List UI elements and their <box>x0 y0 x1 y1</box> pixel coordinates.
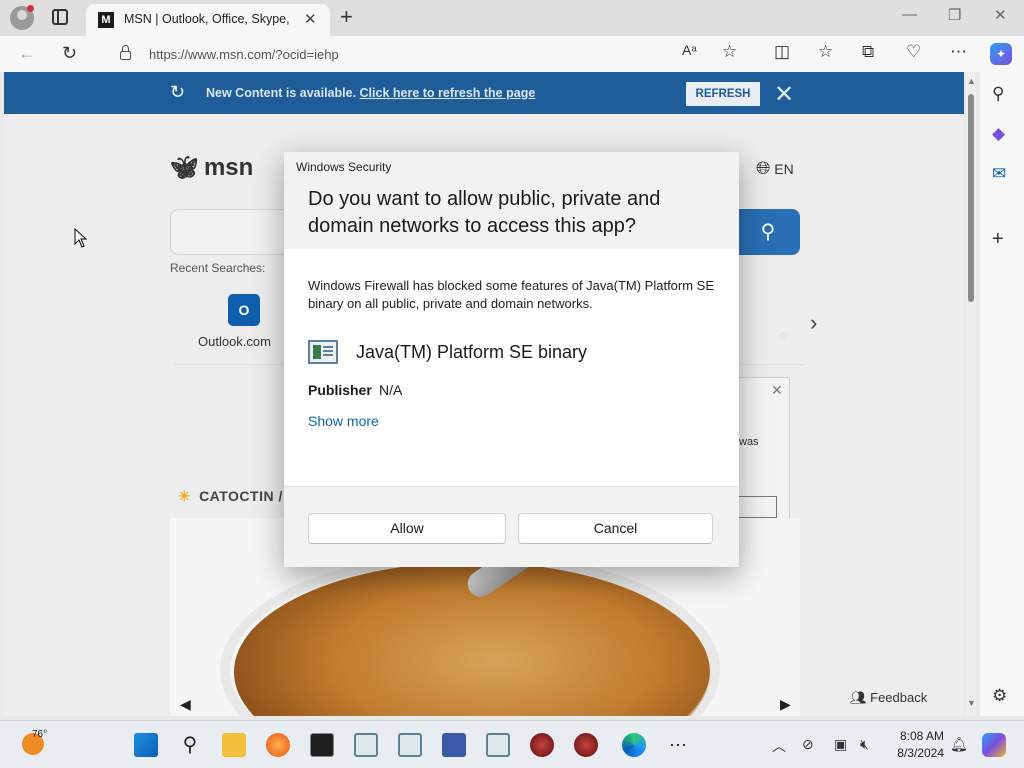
background-dialog: ✕ was k <box>721 377 790 525</box>
browser-tab[interactable]: M MSN | Outlook, Office, Skype, B ✕ <box>86 4 330 36</box>
page-scrollbar[interactable]: ▲ ▼ <box>966 72 976 716</box>
clock-time[interactable]: 8:08 AM <box>894 729 944 743</box>
globe-icon: 🌐︎ <box>756 158 771 178</box>
sidebar-copilot-icon[interactable]: ◆ <box>992 124 1005 144</box>
feedback-button[interactable]: 👥︎ Feedback <box>850 690 927 706</box>
app-icon-red-1[interactable] <box>530 733 554 757</box>
windows-security-dialog: Windows Security Do you want to allow pu… <box>284 152 739 567</box>
url-text[interactable]: https://www.msn.com/?ocid=iehp <box>149 47 339 62</box>
quick-link-faded[interactable]: ◌ <box>780 328 787 342</box>
read-aloud-icon[interactable]: Aᵃ <box>682 42 697 58</box>
language-selector[interactable]: 🌐︎ EN <box>756 158 794 179</box>
allow-button[interactable]: Allow <box>308 513 506 544</box>
carousel-next-icon[interactable]: ▶ <box>780 696 791 713</box>
java-task-icon-3[interactable] <box>486 733 510 757</box>
split-screen-icon[interactable]: ◫ <box>774 42 790 62</box>
dialog-header: Windows Security Do you want to allow pu… <box>284 152 739 249</box>
file-explorer-icon[interactable] <box>222 733 246 757</box>
refresh-link[interactable]: Click here to refresh the page <box>360 86 536 100</box>
lock-icon[interactable] <box>120 45 131 60</box>
browser-essentials-icon[interactable]: ♡ <box>906 42 921 62</box>
temperature: 76° <box>32 729 48 740</box>
taskbar-search-icon[interactable]: ⚲ <box>178 733 202 757</box>
mouse-cursor-icon <box>74 228 88 248</box>
background-dialog-text: was <box>739 436 759 448</box>
tab-actions-icon[interactable] <box>52 9 68 25</box>
notification-dot <box>27 5 34 12</box>
notification-bell-icon[interactable]: 🔔︎ <box>950 736 968 753</box>
weather-location[interactable]: ☀ CATOCTIN / <box>178 488 283 505</box>
java-task-icon-1[interactable] <box>354 733 378 757</box>
url-field[interactable]: https://www.msn.com/?ocid=iehp <box>106 39 770 69</box>
terminal-icon[interactable] <box>310 733 334 757</box>
scroll-up-icon[interactable]: ▲ <box>967 76 976 86</box>
sidebar-outlook-icon[interactable]: ✉ <box>992 164 1006 184</box>
copilot-icon[interactable]: ✦ <box>990 43 1012 65</box>
carousel-prev-icon[interactable]: ◀ <box>180 696 191 713</box>
more-menu-icon[interactable]: ⋯ <box>950 42 967 62</box>
msn-favicon-icon: M <box>98 12 114 28</box>
dialog-description: Windows Firewall has blocked some featur… <box>308 278 715 311</box>
tray-volume-icon[interactable]: 🔇︎ <box>860 736 869 753</box>
cancel-button[interactable]: Cancel <box>518 513 713 544</box>
address-bar: ← ↻ https://www.msn.com/?ocid=iehp Aᵃ ☆ … <box>0 36 1024 72</box>
dialog-footer: Allow Cancel <box>284 486 739 567</box>
collections-icon[interactable]: ⧉ <box>862 42 874 62</box>
tab-bar: M MSN | Outlook, Office, Skype, B ✕ + — … <box>0 0 1024 36</box>
edge-sidebar: ⚲ ◆ ✉ + ⚙ <box>980 72 1024 716</box>
refresh-icon[interactable]: ↻ <box>62 43 77 64</box>
close-window-icon[interactable]: ✕ <box>994 6 1007 24</box>
chevron-right-icon[interactable]: › <box>810 310 817 336</box>
new-tab-button[interactable]: + <box>340 4 353 30</box>
search-button[interactable]: ⚲ <box>736 209 800 255</box>
favorite-star-icon[interactable]: ☆ <box>722 42 737 62</box>
dialog-caption: Windows Security <box>296 160 392 174</box>
sidebar-search-icon[interactable]: ⚲ <box>992 84 1004 104</box>
banner-refresh-icon: ↻ <box>170 82 186 102</box>
background-close-icon[interactable]: ✕ <box>771 382 783 399</box>
banner-close-icon[interactable]: ✕ <box>774 80 794 109</box>
dialog-title: Do you want to allow public, private and… <box>308 188 661 237</box>
tab-close-icon[interactable]: ✕ <box>304 10 317 28</box>
app-name: Java(TM) Platform SE binary <box>356 342 588 362</box>
back-icon[interactable]: ← <box>18 43 36 64</box>
firefox-icon[interactable] <box>266 733 290 757</box>
start-icon[interactable] <box>134 733 158 757</box>
scroll-thumb[interactable] <box>968 94 974 302</box>
taskbar: 76° ⚲ ⋯ ︿ ⊘ ▣ 🔇︎ 8:08 AM 8/3/2024 🔔︎ <box>0 720 1024 768</box>
msn-logo[interactable]: 🦋︎ msn <box>170 154 253 182</box>
edge-icon[interactable] <box>622 733 646 757</box>
publisher-value: N/A <box>379 382 403 398</box>
msn-butterfly-icon: 🦋︎ <box>170 155 198 180</box>
java-task-icon-2[interactable] <box>398 733 422 757</box>
minimize-icon[interactable]: — <box>902 6 917 23</box>
favorites-icon[interactable]: ☆ <box>818 42 833 62</box>
tray-network-icon[interactable]: ⊘ <box>802 736 814 753</box>
overflow-icon[interactable]: ⋯ <box>666 733 690 757</box>
outlook-icon[interactable]: O <box>228 294 260 326</box>
banner-message: New Content is available. Click here to … <box>206 86 536 100</box>
sidebar-settings-icon[interactable]: ⚙ <box>992 686 1007 706</box>
refresh-button[interactable]: REFRESH <box>686 82 760 106</box>
recent-searches-label: Recent Searches: <box>170 261 266 275</box>
restore-icon[interactable]: ❐ <box>948 6 961 24</box>
tab-title: MSN | Outlook, Office, Skype, B <box>124 12 294 26</box>
publisher-label: Publisher <box>308 382 372 398</box>
feedback-icon: 👥︎ <box>850 690 867 705</box>
quick-link-label[interactable]: Outlook.com <box>198 334 271 349</box>
sun-icon: ☀ <box>178 488 192 504</box>
new-content-banner: ↻ New Content is available. Click here t… <box>4 72 964 114</box>
scroll-down-icon[interactable]: ▼ <box>967 698 976 708</box>
show-more-link[interactable]: Show more <box>308 413 379 429</box>
tray-chevron-up-icon[interactable]: ︿ <box>772 736 786 756</box>
java-app-icon <box>308 340 338 364</box>
copilot-taskbar-icon[interactable] <box>982 733 1006 757</box>
clock-date[interactable]: 8/3/2024 <box>886 746 944 760</box>
sidebar-add-icon[interactable]: + <box>992 228 1004 251</box>
app-icon-red-2[interactable] <box>574 733 598 757</box>
network-app-icon[interactable] <box>442 733 466 757</box>
tray-display-icon[interactable]: ▣ <box>834 736 847 753</box>
